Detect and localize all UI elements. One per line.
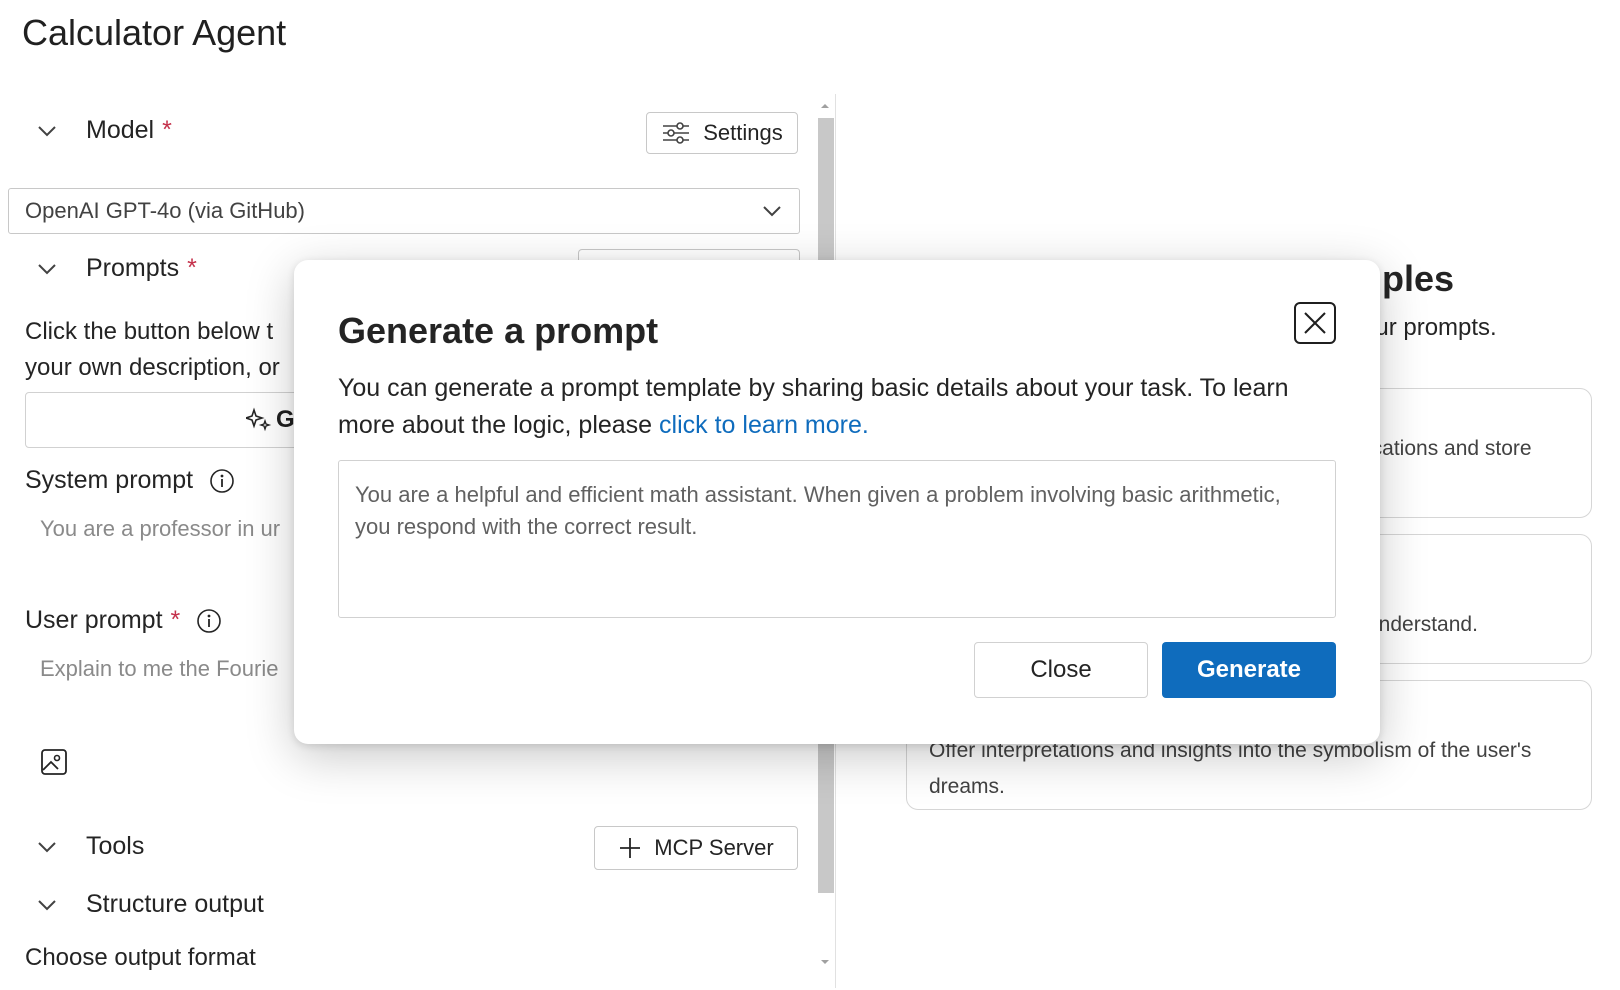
chevron-down-icon bbox=[38, 263, 56, 274]
model-selected-value: OpenAI GPT-4o (via GitHub) bbox=[25, 198, 305, 223]
scroll-up-arrow-icon[interactable] bbox=[816, 100, 834, 110]
model-dropdown[interactable]: OpenAI GPT-4o (via GitHub) bbox=[8, 188, 800, 234]
info-icon[interactable] bbox=[209, 468, 235, 494]
close-button[interactable]: Close bbox=[974, 642, 1148, 698]
required-mark: * bbox=[187, 254, 197, 282]
tools-section-header[interactable]: Tools bbox=[36, 832, 144, 861]
prompts-label: Prompts bbox=[86, 254, 180, 282]
scroll-down-arrow-icon[interactable] bbox=[816, 958, 834, 968]
mcp-server-label: MCP Server bbox=[654, 835, 774, 860]
structure-output-label: Structure output bbox=[86, 890, 264, 918]
info-icon[interactable] bbox=[196, 608, 222, 634]
add-mcp-server-button[interactable]: MCP Server bbox=[594, 826, 798, 870]
required-mark: * bbox=[170, 606, 181, 634]
tools-label: Tools bbox=[86, 832, 145, 860]
example-card-text: understand. bbox=[1367, 613, 1478, 636]
chevron-down-icon bbox=[763, 206, 781, 217]
plus-icon bbox=[620, 838, 641, 858]
dialog-close-button[interactable] bbox=[1294, 302, 1336, 344]
learn-more-link[interactable]: click to learn more. bbox=[659, 411, 869, 439]
required-mark: * bbox=[162, 116, 172, 144]
user-prompt-header: User prompt * bbox=[25, 606, 222, 635]
model-section-header[interactable]: Model * bbox=[36, 116, 172, 145]
prompts-section-header[interactable]: Prompts * bbox=[36, 254, 197, 283]
system-prompt-label: System prompt bbox=[25, 466, 194, 494]
prompts-help-line-2: your own description, or bbox=[25, 354, 280, 381]
generate-prompt-button[interactable]: G bbox=[25, 392, 325, 448]
user-prompt-label: User prompt bbox=[25, 606, 163, 634]
user-prompt-input[interactable]: Explain to me the Fourie bbox=[40, 656, 278, 682]
example-card-text: Offer interpretations and insights into … bbox=[929, 739, 1532, 798]
prompts-help-line-1: Click the button below t bbox=[25, 318, 274, 345]
task-description-textarea[interactable]: You are a helpful and efficient math ass… bbox=[338, 460, 1336, 618]
settings-label: Settings bbox=[703, 120, 783, 145]
page-title: Calculator Agent bbox=[22, 12, 287, 53]
system-prompt-header: System prompt bbox=[25, 466, 235, 495]
chevron-down-icon bbox=[38, 899, 56, 910]
model-label: Model bbox=[86, 116, 155, 144]
chevron-down-icon bbox=[38, 125, 56, 136]
chevron-down-icon bbox=[38, 841, 56, 852]
image-icon[interactable] bbox=[40, 748, 68, 776]
system-prompt-input[interactable]: You are a professor in ur bbox=[40, 516, 280, 542]
generate-button[interactable]: Generate bbox=[1162, 642, 1336, 698]
choose-output-format-label: Choose output format bbox=[25, 944, 256, 971]
close-icon bbox=[1304, 312, 1326, 334]
structure-output-section-header[interactable]: Structure output bbox=[36, 890, 264, 919]
dialog-description: You can generate a prompt template by sh… bbox=[338, 370, 1328, 444]
generate-prompt-dialog: Generate a prompt You can generate a pro… bbox=[294, 260, 1380, 744]
settings-button[interactable]: Settings bbox=[646, 112, 798, 154]
settings-sliders-icon bbox=[663, 122, 690, 144]
example-card-text: ications and store bbox=[1367, 437, 1532, 460]
dialog-title: Generate a prompt bbox=[338, 310, 659, 351]
sparkle-icon bbox=[246, 407, 272, 432]
generate-button-label: G bbox=[276, 406, 295, 433]
